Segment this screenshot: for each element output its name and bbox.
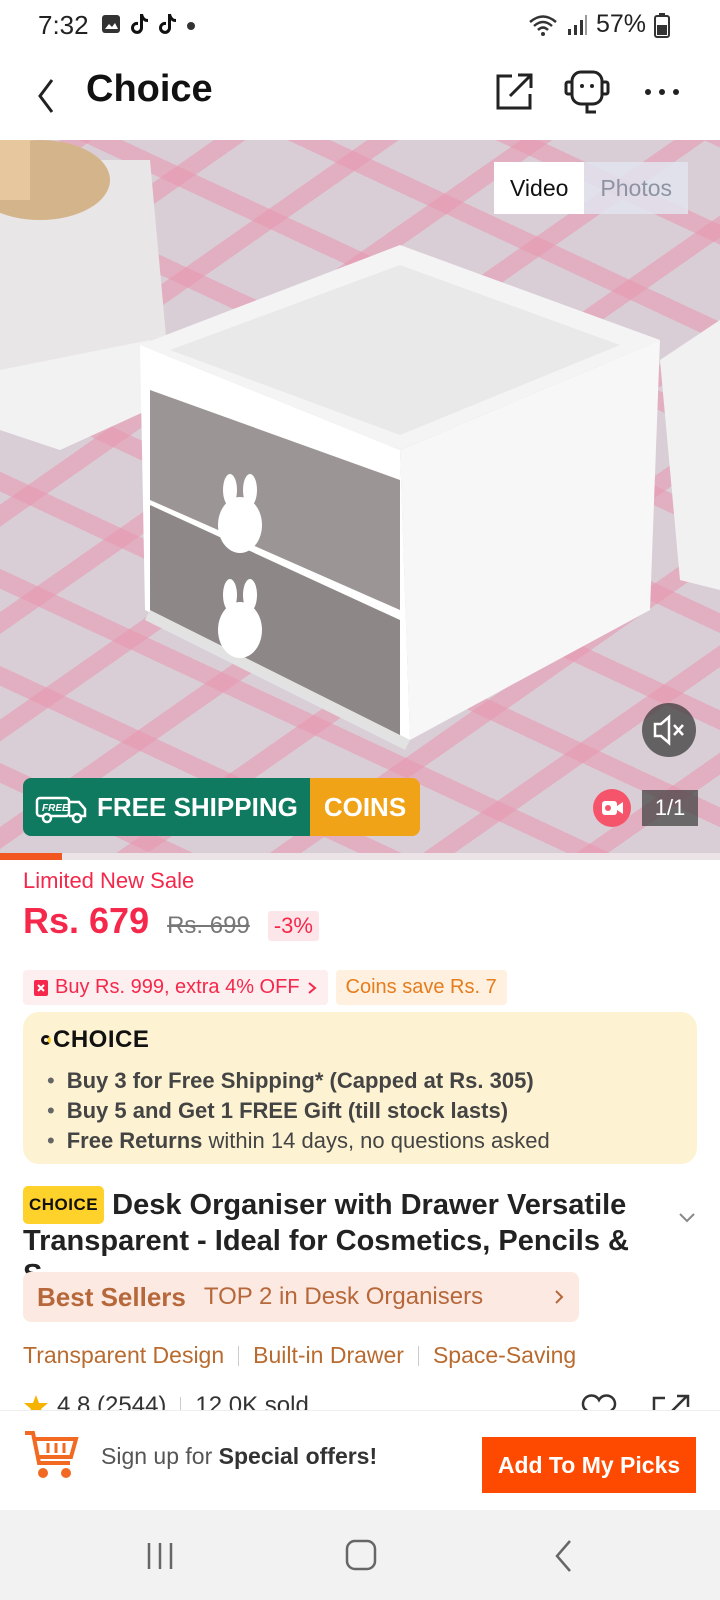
original-price: Rs. 699 xyxy=(167,912,250,939)
signal-icon xyxy=(567,14,587,35)
free-shipping-label: FREE SHIPPING xyxy=(97,791,298,822)
cart-icon[interactable] xyxy=(22,1425,80,1483)
rating-value: 4.8 (2544) xyxy=(57,1394,167,1410)
back-arrow-icon[interactable] xyxy=(34,76,58,116)
status-time: 7:32 xyxy=(38,10,89,40)
mute-icon[interactable] xyxy=(641,702,697,758)
add-to-picks-button[interactable]: Add To My Picks xyxy=(482,1437,696,1493)
sold-count: 12.0K sold xyxy=(195,1394,309,1410)
video-progress-fill xyxy=(0,853,62,860)
chevron-down-icon[interactable] xyxy=(678,1212,696,1224)
free-shipping-coins-banner[interactable]: FREE FREE SHIPPING COINS xyxy=(23,778,421,836)
tab-photos[interactable]: Photos xyxy=(584,162,689,214)
star-icon xyxy=(24,1395,48,1410)
sale-label: Limited New Sale xyxy=(23,868,195,893)
media-tabs: Video Photos xyxy=(494,162,689,214)
chevron-right-icon xyxy=(555,1290,564,1304)
heart-icon[interactable] xyxy=(579,1394,619,1410)
choice-logo-text: CHOICE xyxy=(53,1026,150,1053)
coins-label: COINS xyxy=(309,778,421,836)
dot-icon xyxy=(187,22,195,30)
feature-tags: Transparent Design Built-in Drawer Space… xyxy=(23,1342,576,1369)
top-header: Choice xyxy=(0,52,720,140)
signup-text[interactable]: Sign up for Special offers! xyxy=(101,1443,377,1470)
home-icon[interactable] xyxy=(344,1538,378,1572)
tab-video[interactable]: Video xyxy=(494,162,585,214)
share-icon[interactable] xyxy=(651,1394,691,1410)
gallery-icon xyxy=(102,15,120,33)
status-bar: 7:32 57% xyxy=(0,0,720,52)
wifi-icon xyxy=(529,14,557,36)
coins-save-badge: Coins save Rs. 7 xyxy=(335,970,507,1005)
back-icon[interactable] xyxy=(552,1538,576,1574)
product-video-frame xyxy=(0,140,720,750)
choice-badge: CHOICE xyxy=(23,1186,105,1224)
video-progress-bar[interactable] xyxy=(0,853,720,860)
feature-tag: Transparent Design xyxy=(23,1342,225,1368)
feature-tag: Built-in Drawer xyxy=(253,1342,404,1368)
coupon-icon xyxy=(34,979,48,996)
delivery-truck-icon: FREE xyxy=(35,796,87,824)
more-icon[interactable] xyxy=(644,86,680,98)
benefit-item: Buy 5 and Get 1 FREE Gift (till stock la… xyxy=(41,1096,679,1126)
current-price: Rs. 679 xyxy=(23,900,150,941)
media-counter: 1/1 xyxy=(642,790,698,826)
choice-logo-mark xyxy=(41,1035,51,1045)
extra-off-text: Buy Rs. 999, extra 4% OFF xyxy=(55,976,300,998)
divider xyxy=(417,1345,419,1366)
page-title: Choice xyxy=(86,68,213,110)
tiktok-icon xyxy=(159,14,176,34)
bottom-action-bar: Sign up for Special offers! Add To My Pi… xyxy=(0,1410,720,1510)
price-row: Rs. 679 Rs. 699 -3% xyxy=(23,900,319,942)
choice-benefits-list: Buy 3 for Free Shipping* (Capped at Rs. … xyxy=(41,1066,679,1156)
best-sellers-banner[interactable]: Best Sellers TOP 2 in Desk Organisers xyxy=(23,1272,579,1322)
customer-service-icon[interactable] xyxy=(562,66,612,116)
rating-row: 4.8 (2544) 12.0K sold xyxy=(23,1394,720,1410)
free-shipping-tag: FREE FREE SHIPPING xyxy=(23,778,310,836)
benefit-item: Buy 3 for Free Shipping* (Capped at Rs. … xyxy=(41,1066,679,1096)
share-icon[interactable] xyxy=(494,70,536,112)
ranking-text: TOP 2 in Desk Organisers xyxy=(203,1283,484,1310)
extra-off-offer[interactable]: Buy Rs. 999, extra 4% OFF xyxy=(23,970,328,1005)
discount-badge: -3% xyxy=(267,911,319,941)
offers-row: Buy Rs. 999, extra 4% OFF Coins save Rs.… xyxy=(23,970,507,1005)
divider xyxy=(180,1397,182,1410)
notification-icons xyxy=(100,12,198,36)
choice-logo: CHOICE xyxy=(41,1026,679,1054)
battery-icon xyxy=(654,12,670,38)
choice-benefits-box[interactable]: CHOICE Buy 3 for Free Shipping* (Capped … xyxy=(23,1012,697,1164)
product-video[interactable]: Video Photos FREE FREE SHIPPING COINS 1/… xyxy=(0,140,720,860)
feature-tag: Space-Saving xyxy=(432,1342,577,1368)
battery-percent: 57% xyxy=(595,10,646,38)
system-nav-bar xyxy=(0,1510,720,1600)
recent-apps-icon[interactable] xyxy=(144,1540,176,1572)
chevron-right-icon xyxy=(307,981,317,994)
best-sellers-label: Best Sellers xyxy=(37,1281,186,1312)
benefit-item: Free Returns within 14 days, no question… xyxy=(41,1126,679,1156)
divider xyxy=(238,1345,240,1366)
free-tag-text: FREE xyxy=(42,803,69,814)
status-right: 57% xyxy=(528,10,670,39)
live-video-icon[interactable] xyxy=(592,788,632,828)
tiktok-icon xyxy=(131,14,148,34)
